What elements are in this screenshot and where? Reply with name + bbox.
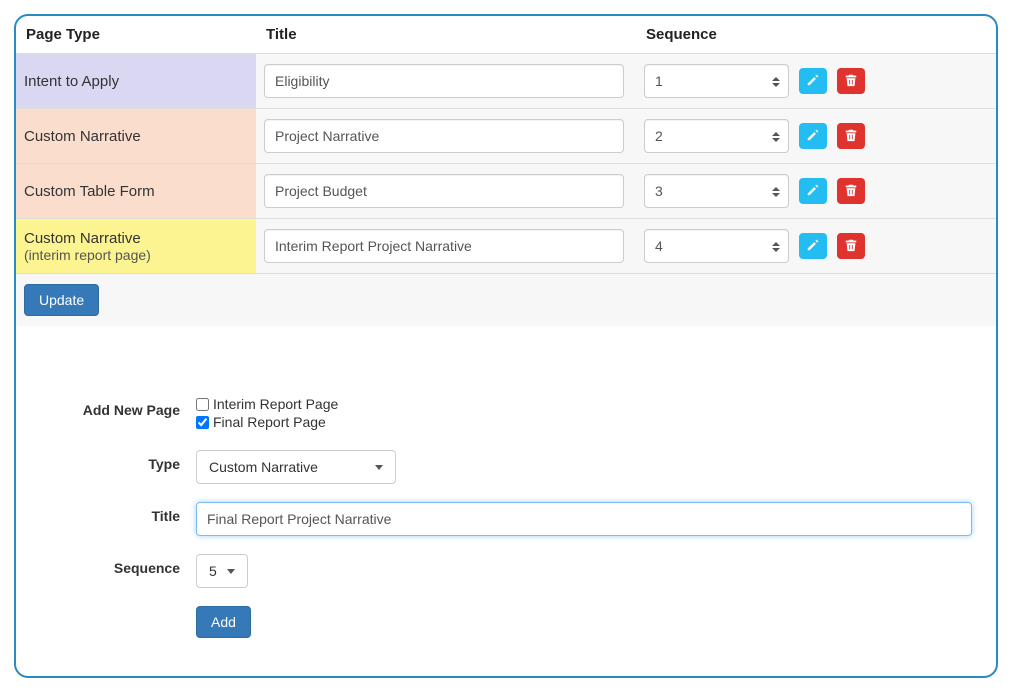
- title-input[interactable]: [196, 502, 972, 536]
- interim-checkbox[interactable]: [196, 398, 209, 411]
- sequence-cell: 2: [636, 109, 996, 164]
- sequence-select[interactable]: 1: [644, 64, 789, 98]
- page-type-cell: Custom Narrative(interim report page): [16, 219, 256, 274]
- table-row: Custom Table Form 3: [16, 164, 996, 219]
- sequence-value: 1: [655, 73, 663, 89]
- trash-icon: [844, 73, 858, 90]
- title-cell: [256, 54, 636, 109]
- interim-checkbox-line[interactable]: Interim Report Page: [196, 396, 972, 412]
- trash-icon: [844, 183, 858, 200]
- type-dropdown-value: Custom Narrative: [209, 459, 318, 475]
- delete-button[interactable]: [837, 178, 865, 204]
- label-sequence: Sequence: [26, 554, 196, 576]
- sequence-value: 3: [655, 183, 663, 199]
- sequence-select[interactable]: 4: [644, 229, 789, 263]
- final-checkbox[interactable]: [196, 416, 209, 429]
- page-type-cell: Custom Table Form: [16, 164, 256, 219]
- edit-button[interactable]: [799, 68, 827, 94]
- label-type: Type: [26, 450, 196, 472]
- update-button[interactable]: Update: [24, 284, 99, 316]
- final-checkbox-line[interactable]: Final Report Page: [196, 414, 972, 430]
- page-type-cell: Intent to Apply: [16, 54, 256, 109]
- title-cell: [256, 164, 636, 219]
- sequence-value: 4: [655, 238, 663, 254]
- type-dropdown[interactable]: Custom Narrative: [196, 450, 396, 484]
- update-row: Update: [16, 274, 996, 327]
- page-type-cell: Custom Narrative: [16, 109, 256, 164]
- pencil-icon: [806, 73, 820, 90]
- sequence-cell: 4: [636, 219, 996, 274]
- label-add-new-page: Add New Page: [26, 396, 196, 418]
- interim-checkbox-label: Interim Report Page: [213, 396, 338, 412]
- header-sequence: Sequence: [636, 16, 996, 54]
- add-button[interactable]: Add: [196, 606, 251, 638]
- table-row: Intent to Apply 1: [16, 54, 996, 109]
- trash-icon: [844, 238, 858, 255]
- edit-button[interactable]: [799, 178, 827, 204]
- sequence-cell: 1: [636, 54, 996, 109]
- pencil-icon: [806, 128, 820, 145]
- table-row: Custom Narrative 2: [16, 109, 996, 164]
- table-row: Custom Narrative(interim report page) 4: [16, 219, 996, 274]
- row-title-input[interactable]: [264, 119, 624, 153]
- caret-down-icon: [375, 465, 383, 470]
- sequence-dropdown[interactable]: 5: [196, 554, 248, 588]
- title-cell: [256, 219, 636, 274]
- title-cell: [256, 109, 636, 164]
- page-type-subtitle: (interim report page): [24, 247, 248, 263]
- delete-button[interactable]: [837, 68, 865, 94]
- sequence-dropdown-value: 5: [209, 563, 217, 579]
- row-title-input[interactable]: [264, 64, 624, 98]
- main-panel: Page Type Title Sequence Intent to Apply…: [14, 14, 998, 678]
- label-title: Title: [26, 502, 196, 524]
- sequence-select[interactable]: 3: [644, 174, 789, 208]
- edit-button[interactable]: [799, 233, 827, 259]
- sequence-value: 2: [655, 128, 663, 144]
- pages-table: Page Type Title Sequence Intent to Apply…: [16, 16, 996, 326]
- delete-button[interactable]: [837, 123, 865, 149]
- edit-button[interactable]: [799, 123, 827, 149]
- sequence-cell: 3: [636, 164, 996, 219]
- delete-button[interactable]: [837, 233, 865, 259]
- pencil-icon: [806, 238, 820, 255]
- header-page-type: Page Type: [16, 16, 256, 54]
- pencil-icon: [806, 183, 820, 200]
- sequence-select[interactable]: 2: [644, 119, 789, 153]
- row-title-input[interactable]: [264, 174, 624, 208]
- trash-icon: [844, 128, 858, 145]
- add-page-form: Add New Page Interim Report Page Final R…: [16, 376, 996, 676]
- final-checkbox-label: Final Report Page: [213, 414, 326, 430]
- row-title-input[interactable]: [264, 229, 624, 263]
- caret-down-icon: [227, 569, 235, 574]
- header-title: Title: [256, 16, 636, 54]
